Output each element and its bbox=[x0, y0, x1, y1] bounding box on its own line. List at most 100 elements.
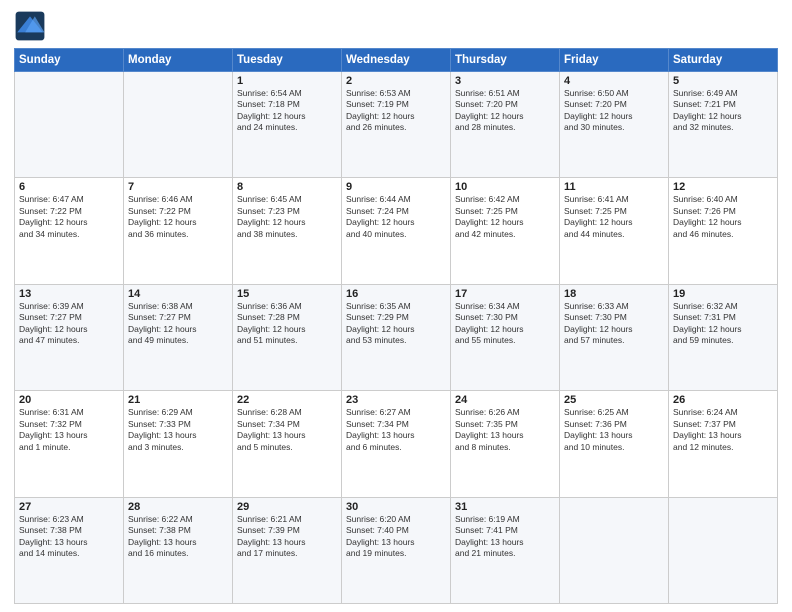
day-number: 8 bbox=[237, 181, 337, 193]
calendar-cell: 15Sunrise: 6:36 AM Sunset: 7:28 PM Dayli… bbox=[233, 284, 342, 390]
calendar-cell: 1Sunrise: 6:54 AM Sunset: 7:18 PM Daylig… bbox=[233, 72, 342, 178]
day-number: 5 bbox=[673, 75, 773, 87]
calendar-cell bbox=[15, 72, 124, 178]
calendar-cell: 14Sunrise: 6:38 AM Sunset: 7:27 PM Dayli… bbox=[124, 284, 233, 390]
calendar-cell: 8Sunrise: 6:45 AM Sunset: 7:23 PM Daylig… bbox=[233, 178, 342, 284]
calendar-week-5: 27Sunrise: 6:23 AM Sunset: 7:38 PM Dayli… bbox=[15, 497, 778, 603]
day-info: Sunrise: 6:44 AM Sunset: 7:24 PM Dayligh… bbox=[346, 194, 446, 240]
day-info: Sunrise: 6:23 AM Sunset: 7:38 PM Dayligh… bbox=[19, 514, 119, 560]
day-info: Sunrise: 6:36 AM Sunset: 7:28 PM Dayligh… bbox=[237, 301, 337, 347]
calendar-cell: 27Sunrise: 6:23 AM Sunset: 7:38 PM Dayli… bbox=[15, 497, 124, 603]
day-number: 17 bbox=[455, 288, 555, 300]
calendar-cell: 24Sunrise: 6:26 AM Sunset: 7:35 PM Dayli… bbox=[451, 391, 560, 497]
calendar-cell: 6Sunrise: 6:47 AM Sunset: 7:22 PM Daylig… bbox=[15, 178, 124, 284]
day-info: Sunrise: 6:33 AM Sunset: 7:30 PM Dayligh… bbox=[564, 301, 664, 347]
day-info: Sunrise: 6:20 AM Sunset: 7:40 PM Dayligh… bbox=[346, 514, 446, 560]
calendar-cell bbox=[560, 497, 669, 603]
day-number: 29 bbox=[237, 501, 337, 513]
calendar-cell bbox=[669, 497, 778, 603]
day-number: 28 bbox=[128, 501, 228, 513]
day-info: Sunrise: 6:35 AM Sunset: 7:29 PM Dayligh… bbox=[346, 301, 446, 347]
calendar-header-thursday: Thursday bbox=[451, 49, 560, 72]
calendar-cell: 18Sunrise: 6:33 AM Sunset: 7:30 PM Dayli… bbox=[560, 284, 669, 390]
day-info: Sunrise: 6:40 AM Sunset: 7:26 PM Dayligh… bbox=[673, 194, 773, 240]
day-number: 22 bbox=[237, 394, 337, 406]
day-info: Sunrise: 6:45 AM Sunset: 7:23 PM Dayligh… bbox=[237, 194, 337, 240]
calendar-header-sunday: Sunday bbox=[15, 49, 124, 72]
day-number: 10 bbox=[455, 181, 555, 193]
calendar-cell: 9Sunrise: 6:44 AM Sunset: 7:24 PM Daylig… bbox=[342, 178, 451, 284]
day-info: Sunrise: 6:51 AM Sunset: 7:20 PM Dayligh… bbox=[455, 88, 555, 134]
calendar-cell: 13Sunrise: 6:39 AM Sunset: 7:27 PM Dayli… bbox=[15, 284, 124, 390]
day-number: 7 bbox=[128, 181, 228, 193]
calendar-cell: 5Sunrise: 6:49 AM Sunset: 7:21 PM Daylig… bbox=[669, 72, 778, 178]
calendar-table: SundayMondayTuesdayWednesdayThursdayFrid… bbox=[14, 48, 778, 604]
day-number: 26 bbox=[673, 394, 773, 406]
day-number: 2 bbox=[346, 75, 446, 87]
day-info: Sunrise: 6:26 AM Sunset: 7:35 PM Dayligh… bbox=[455, 407, 555, 453]
day-info: Sunrise: 6:31 AM Sunset: 7:32 PM Dayligh… bbox=[19, 407, 119, 453]
calendar-cell: 2Sunrise: 6:53 AM Sunset: 7:19 PM Daylig… bbox=[342, 72, 451, 178]
day-info: Sunrise: 6:38 AM Sunset: 7:27 PM Dayligh… bbox=[128, 301, 228, 347]
day-info: Sunrise: 6:21 AM Sunset: 7:39 PM Dayligh… bbox=[237, 514, 337, 560]
calendar-cell: 4Sunrise: 6:50 AM Sunset: 7:20 PM Daylig… bbox=[560, 72, 669, 178]
calendar-cell: 10Sunrise: 6:42 AM Sunset: 7:25 PM Dayli… bbox=[451, 178, 560, 284]
day-info: Sunrise: 6:27 AM Sunset: 7:34 PM Dayligh… bbox=[346, 407, 446, 453]
day-info: Sunrise: 6:54 AM Sunset: 7:18 PM Dayligh… bbox=[237, 88, 337, 134]
page: SundayMondayTuesdayWednesdayThursdayFrid… bbox=[0, 0, 792, 612]
logo-icon bbox=[14, 10, 46, 42]
day-number: 16 bbox=[346, 288, 446, 300]
calendar-cell: 22Sunrise: 6:28 AM Sunset: 7:34 PM Dayli… bbox=[233, 391, 342, 497]
day-info: Sunrise: 6:29 AM Sunset: 7:33 PM Dayligh… bbox=[128, 407, 228, 453]
day-info: Sunrise: 6:32 AM Sunset: 7:31 PM Dayligh… bbox=[673, 301, 773, 347]
day-number: 15 bbox=[237, 288, 337, 300]
calendar-cell: 11Sunrise: 6:41 AM Sunset: 7:25 PM Dayli… bbox=[560, 178, 669, 284]
day-info: Sunrise: 6:41 AM Sunset: 7:25 PM Dayligh… bbox=[564, 194, 664, 240]
calendar-cell: 28Sunrise: 6:22 AM Sunset: 7:38 PM Dayli… bbox=[124, 497, 233, 603]
calendar-cell: 19Sunrise: 6:32 AM Sunset: 7:31 PM Dayli… bbox=[669, 284, 778, 390]
day-number: 21 bbox=[128, 394, 228, 406]
day-number: 9 bbox=[346, 181, 446, 193]
calendar-cell: 30Sunrise: 6:20 AM Sunset: 7:40 PM Dayli… bbox=[342, 497, 451, 603]
calendar-cell: 16Sunrise: 6:35 AM Sunset: 7:29 PM Dayli… bbox=[342, 284, 451, 390]
day-info: Sunrise: 6:46 AM Sunset: 7:22 PM Dayligh… bbox=[128, 194, 228, 240]
calendar-cell: 7Sunrise: 6:46 AM Sunset: 7:22 PM Daylig… bbox=[124, 178, 233, 284]
logo bbox=[14, 10, 50, 42]
day-info: Sunrise: 6:53 AM Sunset: 7:19 PM Dayligh… bbox=[346, 88, 446, 134]
day-number: 24 bbox=[455, 394, 555, 406]
day-number: 1 bbox=[237, 75, 337, 87]
calendar-cell bbox=[124, 72, 233, 178]
day-number: 18 bbox=[564, 288, 664, 300]
day-number: 12 bbox=[673, 181, 773, 193]
day-number: 25 bbox=[564, 394, 664, 406]
calendar-week-2: 6Sunrise: 6:47 AM Sunset: 7:22 PM Daylig… bbox=[15, 178, 778, 284]
calendar-header-wednesday: Wednesday bbox=[342, 49, 451, 72]
calendar-week-3: 13Sunrise: 6:39 AM Sunset: 7:27 PM Dayli… bbox=[15, 284, 778, 390]
calendar-week-4: 20Sunrise: 6:31 AM Sunset: 7:32 PM Dayli… bbox=[15, 391, 778, 497]
calendar-header-tuesday: Tuesday bbox=[233, 49, 342, 72]
day-info: Sunrise: 6:42 AM Sunset: 7:25 PM Dayligh… bbox=[455, 194, 555, 240]
day-info: Sunrise: 6:50 AM Sunset: 7:20 PM Dayligh… bbox=[564, 88, 664, 134]
day-info: Sunrise: 6:19 AM Sunset: 7:41 PM Dayligh… bbox=[455, 514, 555, 560]
day-number: 19 bbox=[673, 288, 773, 300]
day-info: Sunrise: 6:34 AM Sunset: 7:30 PM Dayligh… bbox=[455, 301, 555, 347]
day-number: 30 bbox=[346, 501, 446, 513]
day-number: 6 bbox=[19, 181, 119, 193]
day-number: 20 bbox=[19, 394, 119, 406]
day-number: 14 bbox=[128, 288, 228, 300]
day-number: 23 bbox=[346, 394, 446, 406]
calendar-cell: 25Sunrise: 6:25 AM Sunset: 7:36 PM Dayli… bbox=[560, 391, 669, 497]
day-info: Sunrise: 6:22 AM Sunset: 7:38 PM Dayligh… bbox=[128, 514, 228, 560]
day-number: 31 bbox=[455, 501, 555, 513]
calendar-header-monday: Monday bbox=[124, 49, 233, 72]
day-info: Sunrise: 6:24 AM Sunset: 7:37 PM Dayligh… bbox=[673, 407, 773, 453]
calendar-cell: 17Sunrise: 6:34 AM Sunset: 7:30 PM Dayli… bbox=[451, 284, 560, 390]
day-number: 27 bbox=[19, 501, 119, 513]
day-number: 4 bbox=[564, 75, 664, 87]
calendar-header-row: SundayMondayTuesdayWednesdayThursdayFrid… bbox=[15, 49, 778, 72]
day-number: 11 bbox=[564, 181, 664, 193]
day-number: 13 bbox=[19, 288, 119, 300]
calendar-cell: 31Sunrise: 6:19 AM Sunset: 7:41 PM Dayli… bbox=[451, 497, 560, 603]
calendar-cell: 21Sunrise: 6:29 AM Sunset: 7:33 PM Dayli… bbox=[124, 391, 233, 497]
day-info: Sunrise: 6:25 AM Sunset: 7:36 PM Dayligh… bbox=[564, 407, 664, 453]
